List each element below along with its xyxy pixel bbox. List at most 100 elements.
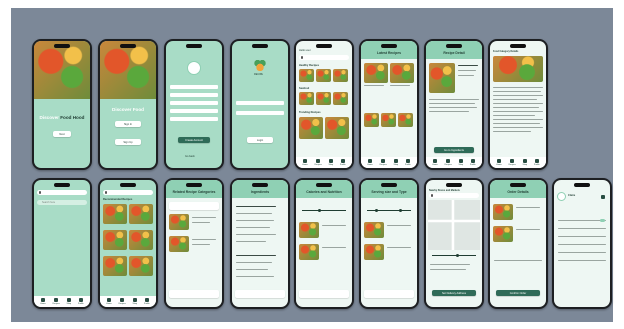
name-field[interactable] xyxy=(170,85,218,89)
tab-recipes[interactable]: Recipes xyxy=(444,159,452,166)
tab-home[interactable]: Home xyxy=(302,159,308,166)
tab-home[interactable]: Home xyxy=(496,159,502,166)
sign-up-button[interactable]: Sign Up xyxy=(115,139,141,145)
tab-shop[interactable]: Shop xyxy=(458,159,463,166)
avatar[interactable] xyxy=(557,192,566,201)
confirm-order-button[interactable]: Confirm Order xyxy=(496,290,540,296)
recipe-thumb[interactable] xyxy=(333,69,348,82)
tab-profile[interactable]: Profile xyxy=(340,159,346,166)
tab-profile[interactable]: Profile xyxy=(78,298,84,305)
tab-recipes[interactable]: Recipes xyxy=(314,159,322,166)
go-to-ingredients-button[interactable]: Go to Ingredients xyxy=(434,147,474,153)
recipe-card[interactable] xyxy=(103,230,127,250)
slider-handle[interactable] xyxy=(375,209,378,212)
search-input[interactable] xyxy=(103,190,153,195)
recipe-thumb[interactable] xyxy=(333,92,348,105)
search-input[interactable] xyxy=(37,190,87,195)
bell-icon[interactable] xyxy=(601,195,605,199)
username-field[interactable] xyxy=(236,101,284,105)
go-back-link[interactable]: Go back xyxy=(185,155,195,158)
email-field[interactable] xyxy=(170,93,218,97)
tab-shop[interactable]: Shop xyxy=(66,298,71,305)
confirm-password-field[interactable] xyxy=(170,117,218,121)
create-account-button[interactable]: Create Account xyxy=(178,137,210,143)
tab-shop[interactable]: Shop xyxy=(132,298,137,305)
ingredient-item[interactable] xyxy=(236,227,270,229)
tab-shop[interactable]: Shop xyxy=(328,159,333,166)
tab-profile[interactable]: Profile xyxy=(144,298,150,305)
ingredient-item[interactable] xyxy=(236,255,276,257)
ingredient-item[interactable] xyxy=(236,269,268,271)
tab-shop[interactable]: Shop xyxy=(522,159,527,166)
set-delivery-address-button[interactable]: Set Delivery Address xyxy=(432,290,476,296)
menu-item[interactable] xyxy=(558,252,606,254)
tab-home[interactable]: Home xyxy=(106,298,112,305)
category-row[interactable] xyxy=(169,202,219,210)
serving-slider[interactable] xyxy=(367,210,411,211)
menu-item[interactable] xyxy=(558,260,606,262)
recipe-card[interactable] xyxy=(129,204,153,224)
recipe-card[interactable] xyxy=(129,230,153,250)
recipe-thumb[interactable] xyxy=(299,92,314,105)
recipe-thumb[interactable] xyxy=(169,236,189,252)
avatar-icon[interactable] xyxy=(187,61,201,75)
menu-item[interactable] xyxy=(558,228,606,230)
menu-item[interactable] xyxy=(558,244,606,246)
recipe-thumb[interactable] xyxy=(364,113,379,127)
ingredient-item[interactable] xyxy=(236,206,276,208)
menu-item[interactable] xyxy=(558,220,606,222)
tab-home[interactable]: Home xyxy=(367,159,373,166)
ingredient-item[interactable] xyxy=(236,276,274,278)
tab-profile[interactable]: Profile xyxy=(534,159,540,166)
tab-profile[interactable]: Profile xyxy=(405,159,411,166)
tab-profile[interactable]: Profile xyxy=(470,159,476,166)
slider-handle[interactable] xyxy=(318,209,321,212)
ingredient-item[interactable] xyxy=(236,213,272,215)
recipe-thumb[interactable] xyxy=(299,222,319,238)
recipe-thumb[interactable] xyxy=(316,69,331,82)
ingredient-item[interactable] xyxy=(236,241,266,243)
phone-field[interactable] xyxy=(170,101,218,105)
distance-slider[interactable] xyxy=(432,255,476,256)
tab-recipes[interactable]: Recipes xyxy=(508,159,516,166)
tab-recipes[interactable]: Recipes xyxy=(52,298,60,305)
ingredient-item[interactable] xyxy=(236,262,272,264)
recipe-thumb[interactable] xyxy=(390,63,414,83)
search-input[interactable] xyxy=(299,55,349,60)
recipe-card[interactable] xyxy=(103,256,127,276)
recipe-thumb[interactable] xyxy=(325,117,349,139)
recipe-card[interactable] xyxy=(129,256,153,276)
menu-item[interactable] xyxy=(558,236,606,238)
recipe-thumb[interactable] xyxy=(398,113,413,127)
sign-in-button[interactable]: Sign In xyxy=(115,121,141,127)
tab-shop[interactable]: Shop xyxy=(393,159,398,166)
password-field[interactable] xyxy=(170,109,218,113)
recipe-card[interactable] xyxy=(103,204,127,224)
store-map[interactable] xyxy=(428,200,480,250)
recipe-thumb[interactable] xyxy=(364,63,388,83)
slider-handle[interactable] xyxy=(399,209,402,212)
recipe-thumb[interactable] xyxy=(364,222,384,238)
login-button[interactable]: Login xyxy=(247,137,273,143)
search-input[interactable]: Search here xyxy=(37,200,87,205)
settings-toggle[interactable] xyxy=(600,219,605,222)
recipe-thumb[interactable] xyxy=(169,214,189,230)
ingredient-item[interactable] xyxy=(236,220,274,222)
tab-recipes[interactable]: Recipes xyxy=(118,298,126,305)
tab-home[interactable]: Home xyxy=(40,298,46,305)
recipe-thumb[interactable] xyxy=(299,117,323,139)
tab-home[interactable]: Home xyxy=(432,159,438,166)
ingredient-item[interactable] xyxy=(236,234,276,236)
password-field[interactable] xyxy=(236,111,284,115)
recipe-thumb[interactable] xyxy=(381,113,396,127)
tab-recipes[interactable]: Recipes xyxy=(379,159,387,166)
recipe-thumb[interactable] xyxy=(299,244,319,260)
recipe-thumb[interactable] xyxy=(316,92,331,105)
calorie-slider[interactable] xyxy=(302,210,346,211)
recipe-thumb[interactable] xyxy=(364,244,384,260)
tab-label: Home xyxy=(40,302,46,305)
search-input[interactable] xyxy=(429,193,479,198)
slider-handle[interactable] xyxy=(456,254,459,257)
recipe-thumb[interactable] xyxy=(299,69,314,82)
next-button[interactable]: Next xyxy=(53,131,71,137)
